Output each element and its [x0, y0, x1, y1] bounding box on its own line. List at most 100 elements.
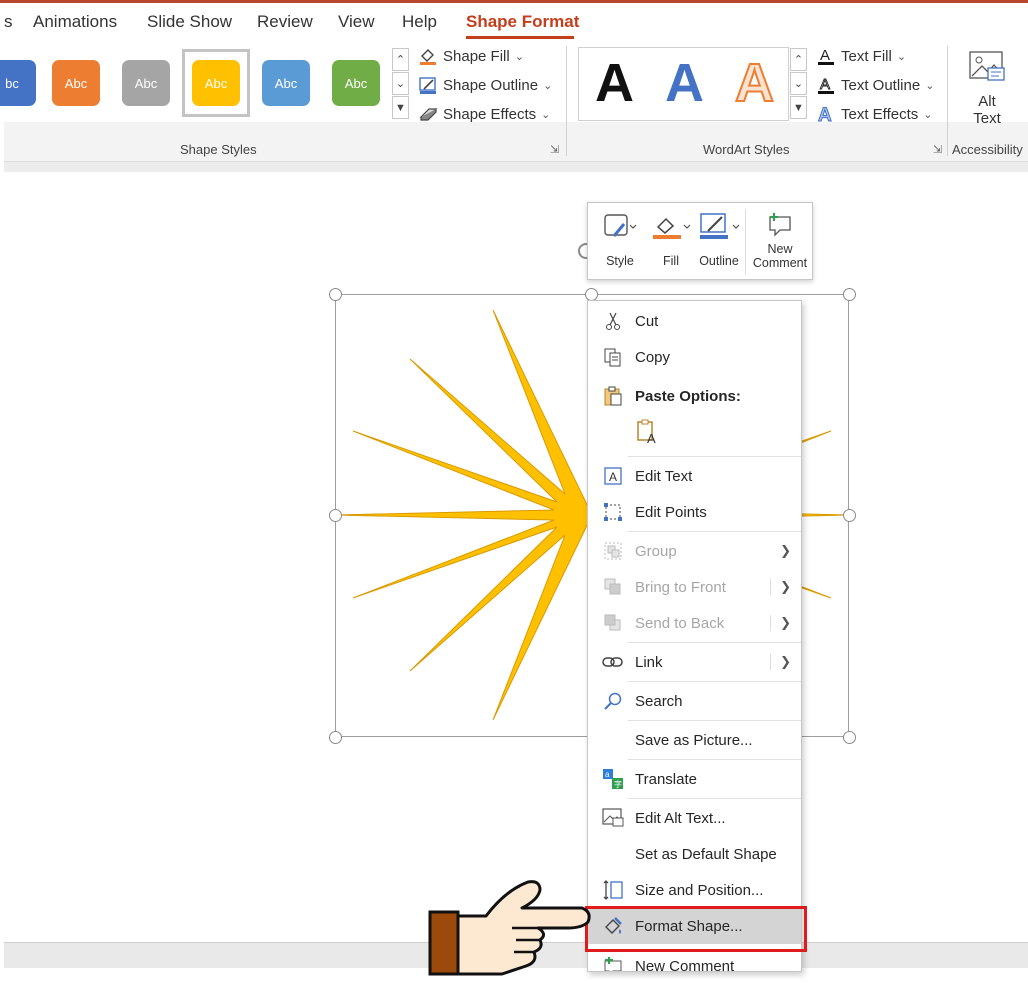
wordart-style-black[interactable]: A — [595, 48, 634, 118]
wordart-scroll-up-button[interactable]: ⌃ — [790, 48, 807, 71]
menu-item-edit-text[interactable]: A Edit Text — [588, 458, 801, 494]
alt-text-button[interactable]: Alt Text — [960, 50, 1014, 130]
mini-fill-label: Fill — [663, 254, 679, 268]
chevron-down-icon: ⌄ — [925, 79, 935, 92]
mini-outline-button[interactable]: Outline — [698, 211, 740, 268]
resize-handle-top-right[interactable] — [843, 288, 856, 301]
menu-item-paste-options: Paste Options: — [588, 378, 801, 414]
mini-new-comment-button[interactable]: New Comment — [748, 211, 812, 270]
resize-handle-bottom-right[interactable] — [843, 731, 856, 744]
shape-style-orange[interactable]: Abc — [52, 60, 100, 106]
wordart-style-blue[interactable]: A — [665, 48, 704, 118]
menu-separator — [628, 531, 801, 532]
resize-handle-bottom-left[interactable] — [329, 731, 342, 744]
tab-animations[interactable]: Animations — [33, 12, 117, 32]
svg-text:字: 字 — [614, 779, 622, 789]
shape-effects-button[interactable]: Shape Effects ⌄ — [418, 104, 550, 124]
wordart-style-orange-outline[interactable]: A — [734, 48, 775, 118]
menu-item-cut[interactable]: Cut — [588, 303, 801, 339]
mini-fill-button[interactable]: Fill — [651, 211, 691, 268]
more-icon: ▼ — [395, 101, 406, 114]
send-to-back-icon — [601, 611, 625, 635]
menu-item-copy[interactable]: Copy — [588, 339, 801, 375]
chevron-up-icon: ⌃ — [395, 54, 406, 66]
menu-item-edit-points[interactable]: Edit Points — [588, 494, 801, 530]
split-separator — [770, 654, 771, 670]
menu-label: Bring to Front — [635, 578, 726, 596]
split-separator — [770, 615, 771, 631]
dialog-launcher-icon[interactable]: ⇲ — [550, 143, 559, 156]
gallery-scroll-down-button[interactable]: ⌄ — [392, 72, 409, 95]
menu-item-search[interactable]: Search — [588, 683, 801, 719]
context-menu: Cut Copy Paste Options: A A Edit Text Ed… — [587, 300, 802, 972]
shape-outline-button[interactable]: Shape Outline ⌄ — [418, 75, 552, 95]
menu-item-send-to-back[interactable]: Send to Back ❯ — [588, 605, 801, 641]
resize-handle-top-left[interactable] — [329, 288, 342, 301]
menu-label: Translate — [635, 770, 697, 788]
edit-text-icon: A — [601, 464, 625, 488]
mini-style-button[interactable]: Style — [602, 211, 638, 268]
text-fill-button[interactable]: A Text Fill ⌄ — [816, 46, 906, 66]
paste-keep-text-only-button[interactable]: A — [636, 419, 662, 446]
split-separator — [770, 579, 771, 595]
tab-slide-show[interactable]: Slide Show — [147, 12, 232, 32]
wordart-scroll-down-button[interactable]: ⌄ — [790, 72, 807, 95]
more-icon: ▼ — [793, 101, 804, 114]
tab-shape-format[interactable]: Shape Format — [466, 12, 579, 32]
shape-style-gold[interactable]: Abc — [192, 60, 240, 106]
gallery-more-button[interactable]: ▼ — [392, 96, 409, 119]
menu-item-size-and-position[interactable]: Size and Position... — [588, 872, 801, 908]
shape-fill-button[interactable]: Shape Fill ⌄ — [418, 46, 524, 66]
shape-effects-label: Shape Effects — [443, 105, 537, 123]
svg-text:a: a — [605, 770, 610, 779]
menu-label: Paste Options: — [635, 387, 741, 405]
shape-style-light-blue[interactable]: Abc — [262, 60, 310, 106]
tab-review[interactable]: Review — [257, 12, 313, 32]
menu-separator — [628, 759, 801, 760]
menu-label: Size and Position... — [635, 881, 764, 899]
edit-points-icon — [601, 500, 625, 524]
resize-handle-left[interactable] — [329, 509, 342, 522]
paint-bucket-icon — [651, 211, 691, 244]
menu-label: Save as Picture... — [635, 731, 753, 749]
text-outline-button[interactable]: A Text Outline ⌄ — [816, 75, 934, 95]
chevron-down-icon: ⌄ — [514, 50, 524, 63]
menu-item-bring-to-front[interactable]: Bring to Front ❯ — [588, 569, 801, 605]
new-comment-icon — [766, 211, 794, 240]
group-icon — [601, 539, 625, 563]
resize-handle-right[interactable] — [843, 509, 856, 522]
wordart-more-button[interactable]: ▼ — [790, 96, 807, 119]
menu-item-save-as-picture[interactable]: Save as Picture... — [588, 722, 801, 758]
shape-style-green[interactable]: Abc — [332, 60, 380, 106]
menu-label: Link — [635, 653, 663, 671]
bring-to-front-icon — [601, 575, 625, 599]
pencil-outline-icon — [418, 75, 438, 95]
svg-text:A: A — [820, 76, 830, 93]
alt-text-label-line2: Text — [973, 110, 1001, 127]
menu-separator — [628, 456, 801, 457]
highlight-box — [585, 906, 807, 952]
alt-text-icon — [601, 806, 625, 830]
menu-item-edit-alt-text[interactable]: Edit Alt Text... — [588, 800, 801, 836]
menu-item-set-default-shape[interactable]: Set as Default Shape — [588, 836, 801, 872]
tab-help[interactable]: Help — [402, 12, 437, 32]
text-fill-icon: A — [816, 46, 836, 66]
text-effects-button[interactable]: A Text Effects ⌄ — [816, 104, 933, 125]
text-effects-icon: A — [816, 104, 836, 125]
gallery-scroll-up-button[interactable]: ⌃ — [392, 48, 409, 71]
ribbon-separator — [566, 46, 567, 156]
copy-icon — [601, 345, 625, 369]
menu-item-translate[interactable]: a字 Translate — [588, 761, 801, 797]
shape-style-blue[interactable]: bc — [0, 60, 36, 106]
chevron-down-icon: ⌄ — [896, 50, 907, 63]
mini-new-comment-label-line1: New — [767, 242, 793, 256]
dialog-launcher-icon[interactable]: ⇲ — [933, 143, 942, 156]
menu-item-group[interactable]: Group ❯ — [588, 533, 801, 569]
menu-label: Search — [635, 692, 683, 710]
tab-view[interactable]: View — [338, 12, 375, 32]
chevron-right-icon: ❯ — [780, 579, 791, 594]
shape-style-gray[interactable]: Abc — [122, 60, 170, 106]
tab-partial[interactable]: s — [4, 12, 13, 32]
chevron-up-icon: ⌃ — [793, 54, 804, 66]
menu-item-link[interactable]: Link ❯ — [588, 644, 801, 680]
